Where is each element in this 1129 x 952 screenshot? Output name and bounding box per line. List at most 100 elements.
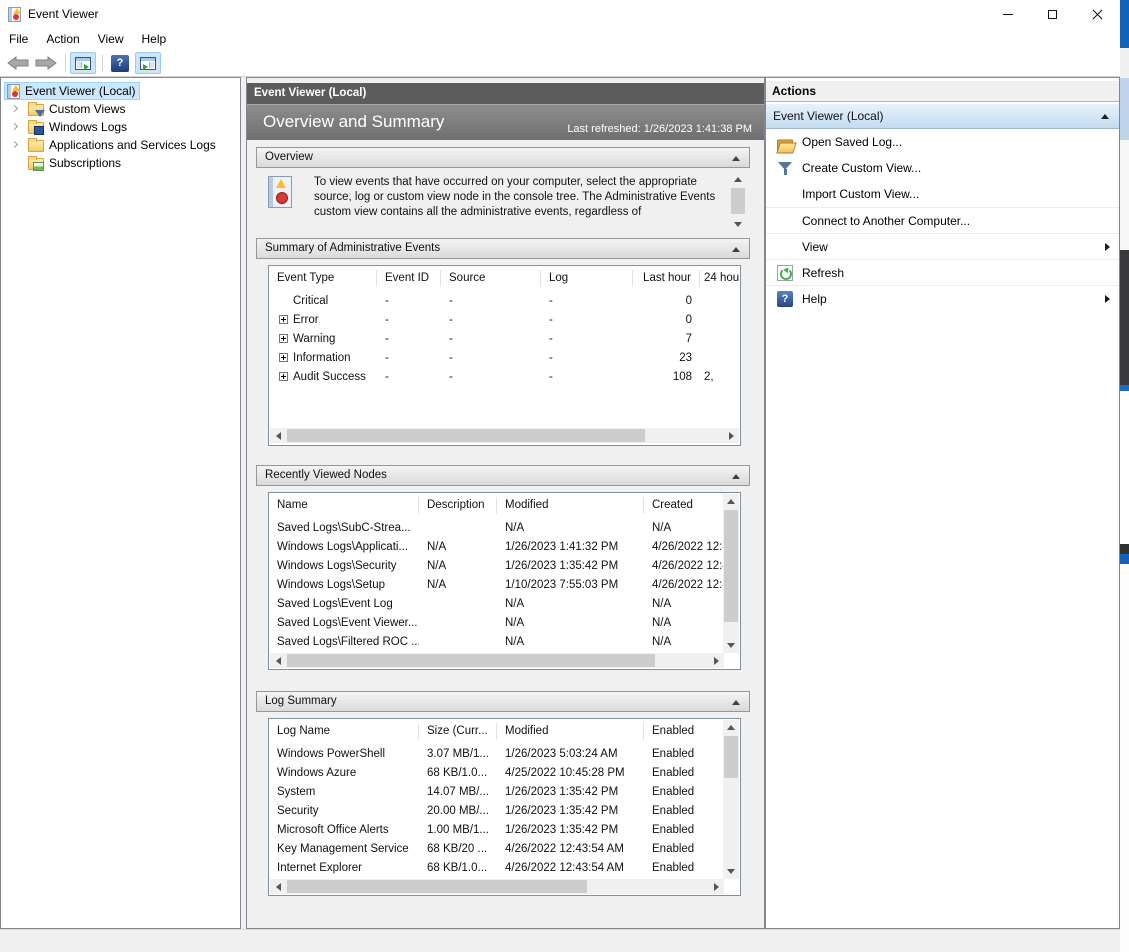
scroll-left-icon[interactable]: [276, 657, 281, 665]
table-row[interactable]: Warning - - - 7: [269, 329, 740, 348]
vertical-scrollbar[interactable]: [723, 494, 739, 653]
column-header[interactable]: Description: [419, 497, 497, 514]
minimize-button[interactable]: [985, 0, 1030, 28]
scrollbar-thumb[interactable]: [287, 654, 655, 667]
scrollbar-thumb[interactable]: [731, 188, 745, 214]
table-row[interactable]: Information - - - 23: [269, 348, 740, 367]
column-header[interactable]: Last hour: [633, 270, 700, 287]
table-row[interactable]: System 14.07 MB/... 1/26/2023 1:35:42 PM…: [269, 782, 740, 801]
table-row[interactable]: Windows Logs\Security N/A 1/26/2023 1:35…: [269, 556, 740, 575]
menu-help[interactable]: Help: [133, 29, 176, 49]
scrollbar-thumb[interactable]: [724, 510, 738, 622]
horizontal-scrollbar[interactable]: [270, 879, 724, 894]
table-row[interactable]: Error - - - 0: [269, 310, 740, 329]
table-row[interactable]: Windows Azure 68 KB/1.0... 4/25/2022 10:…: [269, 763, 740, 782]
action-item[interactable]: Help: [766, 285, 1119, 311]
tree-item[interactable]: Subscriptions: [1, 154, 240, 172]
table-row[interactable]: Critical - - - 0: [269, 291, 740, 310]
scroll-down-icon[interactable]: [727, 869, 735, 874]
table-row[interactable]: Windows Logs\Applicati... N/A 1/26/2023 …: [269, 537, 740, 556]
scrollbar-thumb[interactable]: [287, 429, 645, 442]
table-row[interactable]: Saved Logs\Filtered ROC ... N/A N/A: [269, 632, 740, 651]
action-item[interactable]: Refresh: [766, 259, 1119, 285]
scroll-up-icon[interactable]: [727, 725, 735, 730]
tree-item[interactable]: Applications and Services Logs: [1, 136, 240, 154]
scrollbar-thumb[interactable]: [724, 736, 738, 778]
action-item[interactable]: Connect to Another Computer...: [766, 207, 1119, 233]
collapse-icon[interactable]: [732, 474, 740, 479]
back-button[interactable]: [5, 52, 31, 74]
tree-item[interactable]: Event Viewer (Local): [1, 82, 240, 100]
column-header[interactable]: Source: [441, 270, 541, 287]
horizontal-scrollbar[interactable]: [270, 428, 739, 443]
table-row[interactable]: Audit Success - - - 108 2,: [269, 367, 740, 386]
scroll-right-icon[interactable]: [729, 432, 734, 440]
tree-item[interactable]: Windows Logs: [1, 118, 240, 136]
column-header[interactable]: Modified: [497, 497, 644, 514]
collapse-icon[interactable]: [732, 247, 740, 252]
column-header[interactable]: Event Type: [269, 270, 377, 287]
menu-view[interactable]: View: [89, 29, 133, 49]
tree-item[interactable]: Custom Views: [1, 100, 240, 118]
overview-section-header[interactable]: Overview: [256, 147, 750, 168]
log-summary-section-header[interactable]: Log Summary: [256, 691, 750, 712]
table-row[interactable]: Security 20.00 MB/... 1/26/2023 1:35:42 …: [269, 801, 740, 820]
scrollbar-thumb[interactable]: [287, 880, 587, 893]
collapse-icon[interactable]: [732, 700, 740, 705]
chevron-right-icon[interactable]: [11, 105, 18, 112]
action-item-label: Refresh: [802, 266, 844, 280]
vertical-scrollbar[interactable]: [723, 720, 739, 879]
actions-group-header[interactable]: Event Viewer (Local): [766, 104, 1119, 129]
scroll-down-icon[interactable]: [727, 643, 735, 648]
close-button[interactable]: [1075, 0, 1120, 28]
column-header[interactable]: Created: [644, 497, 725, 514]
table-row[interactable]: Saved Logs\Event Log N/A N/A: [269, 594, 740, 613]
chevron-right-icon[interactable]: [11, 141, 18, 148]
forward-button[interactable]: [33, 52, 59, 74]
expand-icon[interactable]: [279, 334, 288, 343]
scroll-left-icon[interactable]: [276, 883, 281, 891]
scroll-right-icon[interactable]: [714, 883, 719, 891]
admin-events-section-header[interactable]: Summary of Administrative Events: [256, 238, 750, 259]
column-header[interactable]: Modified: [497, 723, 644, 740]
overview-scrollbar[interactable]: [730, 172, 746, 232]
show-console-tree-button[interactable]: [70, 52, 96, 74]
horizontal-scrollbar[interactable]: [270, 653, 724, 668]
column-header[interactable]: Event ID: [377, 270, 441, 287]
table-row[interactable]: Microsoft Office Alerts 1.00 MB/1... 1/2…: [269, 820, 740, 839]
table-row[interactable]: Saved Logs\Event Viewer... N/A N/A: [269, 613, 740, 632]
menu-file[interactable]: File: [0, 29, 37, 49]
table-row[interactable]: Windows Logs\Setup N/A 1/10/2023 7:55:03…: [269, 575, 740, 594]
expand-icon[interactable]: [279, 353, 288, 362]
help-button[interactable]: ?: [107, 52, 133, 74]
scroll-up-icon[interactable]: [734, 177, 742, 182]
expand-icon[interactable]: [279, 315, 288, 324]
column-header[interactable]: 24 hou: [700, 270, 741, 287]
scroll-up-icon[interactable]: [727, 499, 735, 504]
table-row[interactable]: Key Management Service 68 KB/20 ... 4/26…: [269, 839, 740, 858]
action-item[interactable]: View: [766, 233, 1119, 259]
table-row[interactable]: Internet Explorer 68 KB/1.0... 4/26/2022…: [269, 858, 740, 875]
collapse-icon[interactable]: [1101, 114, 1109, 119]
scroll-down-icon[interactable]: [734, 222, 742, 227]
collapse-icon[interactable]: [732, 156, 740, 161]
table-row[interactable]: Windows PowerShell 3.07 MB/1... 1/26/202…: [269, 744, 740, 763]
action-item[interactable]: Open Saved Log...: [766, 129, 1119, 155]
recent-nodes-section-header[interactable]: Recently Viewed Nodes: [256, 465, 750, 486]
scroll-left-icon[interactable]: [276, 432, 281, 440]
maximize-button[interactable]: [1030, 0, 1075, 28]
column-header[interactable]: Log Name: [269, 723, 419, 740]
column-header[interactable]: Size (Curr...: [419, 723, 497, 740]
chevron-right-icon[interactable]: [11, 123, 18, 130]
action-item[interactable]: Import Custom View...: [766, 181, 1119, 207]
table-row[interactable]: Saved Logs\SubC-Strea... N/A N/A: [269, 518, 740, 537]
action-item[interactable]: Create Custom View...: [766, 155, 1119, 181]
column-header[interactable]: Log: [541, 270, 633, 287]
column-header[interactable]: Name: [269, 497, 419, 514]
scroll-right-icon[interactable]: [714, 657, 719, 665]
show-action-pane-button[interactable]: [135, 52, 161, 74]
expand-icon[interactable]: [279, 372, 288, 381]
menu-action[interactable]: Action: [37, 29, 88, 49]
column-header[interactable]: Enabled: [644, 723, 725, 740]
toolbar-separator: [102, 55, 103, 71]
